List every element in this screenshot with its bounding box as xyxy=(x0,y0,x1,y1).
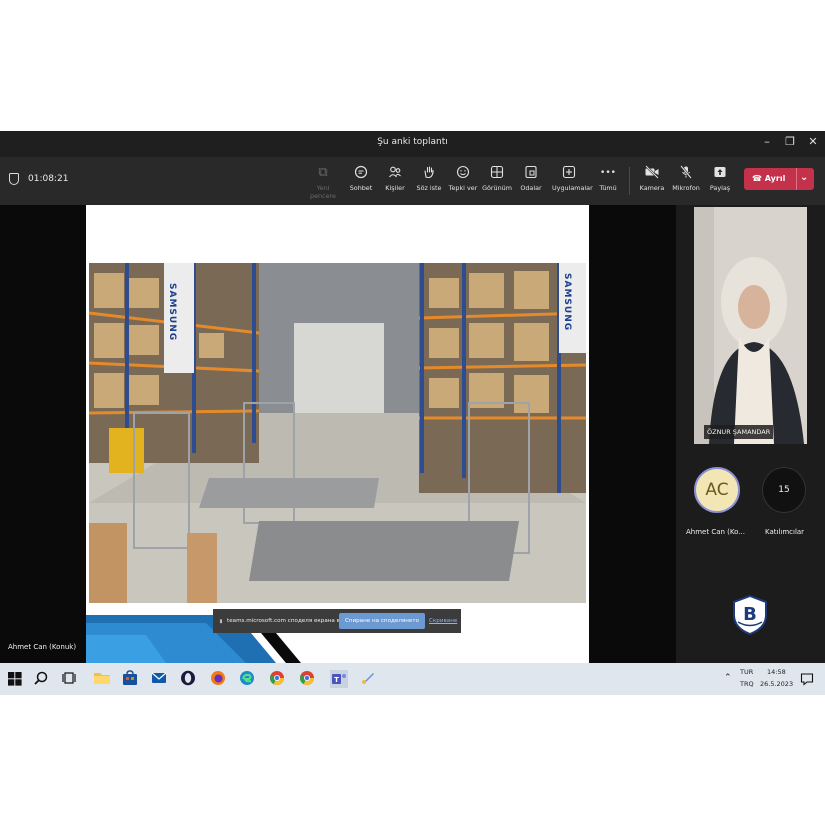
apps-label: Uygulamalar xyxy=(552,184,593,192)
view-button[interactable]: Görünüm xyxy=(480,165,514,192)
teams-window: Şu anki toplantı – ❐ ✕ 01:08:21 ⧉ Yeni p… xyxy=(0,131,825,695)
camera-off-icon xyxy=(635,165,669,181)
store-icon[interactable] xyxy=(122,670,140,688)
participants-count-badge[interactable]: 15 xyxy=(762,467,806,513)
keyboard-layout[interactable]: TRQ xyxy=(740,680,754,688)
camera-button[interactable]: Kamera xyxy=(635,165,669,192)
firefox-icon[interactable] xyxy=(210,670,228,688)
leave-button[interactable]: ☎ Ayrıl ⌄ xyxy=(744,168,814,190)
more-label: Tümü xyxy=(599,184,617,192)
shield-icon xyxy=(9,173,19,185)
toolbar-divider xyxy=(629,167,630,195)
raise-hand-label: Söz iste xyxy=(416,184,442,192)
raise-hand-icon xyxy=(412,165,446,181)
chevron-up-icon[interactable]: ⌃ xyxy=(724,673,732,683)
share-notice-text: teams.microsoft.com споделя екрана ви. xyxy=(227,618,346,624)
teams-icon[interactable]: T xyxy=(330,670,348,688)
meeting-toolbar: 01:08:21 ⧉ Yeni pencere Sohbet Kişiler S… xyxy=(0,157,825,205)
windows-start-icon[interactable] xyxy=(6,670,24,688)
more-icon: ••• xyxy=(600,168,616,178)
svg-text:T: T xyxy=(334,676,339,684)
grid-view-icon xyxy=(480,165,514,181)
chat-icon xyxy=(344,165,378,181)
edge-icon[interactable] xyxy=(239,670,257,688)
file-explorer-icon[interactable] xyxy=(93,670,111,688)
react-button[interactable]: Tepki ver xyxy=(446,165,480,192)
chat-button[interactable]: Sohbet xyxy=(344,165,378,192)
clock-time[interactable]: 14:58 xyxy=(767,668,786,676)
window-title: Şu anki toplantı xyxy=(377,137,448,147)
leave-divider xyxy=(796,168,797,190)
view-label: Görünüm xyxy=(482,184,512,192)
share-up-icon xyxy=(703,165,737,181)
shared-screen-stage: SAMSUNG SAMSUNG ॥ teams.microsoft.com сп… xyxy=(0,205,676,663)
title-bar: Şu anki toplantı – ❐ ✕ xyxy=(0,131,825,157)
participant-video[interactable]: ÖZNUR ŞAMANDAR xyxy=(694,207,807,444)
screen-share-notification: ॥ teams.microsoft.com споделя екрана ви.… xyxy=(213,609,461,633)
pause-icon: ॥ xyxy=(219,619,223,625)
warehouse-photo: SAMSUNG SAMSUNG xyxy=(89,263,586,603)
participant-video-name: ÖZNUR ŞAMANDAR xyxy=(704,425,774,439)
phone-hangup-icon: ☎ xyxy=(752,174,762,183)
chrome-icon-2[interactable] xyxy=(299,670,317,688)
shared-slide: SAMSUNG SAMSUNG xyxy=(86,205,589,663)
avatar[interactable]: AC xyxy=(694,467,740,513)
chat-label: Sohbet xyxy=(349,184,373,192)
new-window-button: ⧉ Yeni pencere xyxy=(306,165,340,200)
mic-button[interactable]: Mikrofon xyxy=(669,165,703,192)
share-label: Paylaş xyxy=(709,184,731,192)
new-window-icon: ⧉ xyxy=(318,165,328,180)
apps-button[interactable]: Uygulamalar xyxy=(552,165,593,192)
language-indicator[interactable]: TUR xyxy=(740,668,753,676)
camera-label: Kamera xyxy=(639,184,665,192)
new-window-label: Yeni pencere xyxy=(310,184,336,200)
windows-taskbar: T ⌃ TUR TRQ 14:58 26.5.2023 xyxy=(0,663,825,695)
samsung-banner-left: SAMSUNG xyxy=(167,283,177,342)
hide-link[interactable]: Скриване xyxy=(429,618,457,624)
mic-off-icon xyxy=(669,165,703,181)
search-icon[interactable] xyxy=(33,670,51,688)
apps-plus-icon xyxy=(552,165,586,181)
leave-text: Ayrıl xyxy=(764,174,786,183)
restore-button[interactable]: ❐ xyxy=(780,135,800,148)
close-button[interactable]: ✕ xyxy=(803,135,823,148)
rooms-button[interactable]: Odalar xyxy=(514,165,548,192)
mail-icon[interactable] xyxy=(151,670,169,688)
react-label: Tepki ver xyxy=(448,184,478,192)
rooms-icon xyxy=(514,165,548,181)
chrome-icon[interactable] xyxy=(269,670,287,688)
notification-icon[interactable] xyxy=(800,670,818,688)
leave-label: ☎ Ayrıl xyxy=(752,174,785,183)
mic-label: Mikrofon xyxy=(672,184,700,192)
more-button[interactable]: ••• Tümü xyxy=(591,165,625,192)
clock-date[interactable]: 26.5.2023 xyxy=(760,680,793,688)
avatar-name: Ahmet Can (Ko... xyxy=(686,528,745,536)
svg-text:B: B xyxy=(743,604,757,625)
meeting-timer: 01:08:21 xyxy=(9,173,68,185)
organization-logo: B xyxy=(732,594,768,636)
people-button[interactable]: Kişiler xyxy=(378,165,412,192)
share-button[interactable]: Paylaş xyxy=(703,165,737,192)
samsung-banner-right: SAMSUNG xyxy=(562,273,572,332)
stop-sharing-button[interactable]: Спиране на споделянето xyxy=(339,613,425,629)
paint-icon[interactable] xyxy=(360,670,378,688)
task-view-icon[interactable] xyxy=(62,670,80,688)
presenter-name: Ahmet Can (Konuk) xyxy=(8,643,77,651)
timer-text: 01:08:21 xyxy=(28,174,69,184)
participants-panel: ÖZNUR ŞAMANDAR AC 15 Ahmet Can (Ko... Ka… xyxy=(676,205,825,663)
rooms-label: Odalar xyxy=(520,184,542,192)
people-icon xyxy=(378,165,412,181)
participants-label: Katılımcılar xyxy=(765,528,805,536)
raise-hand-button[interactable]: Söz iste xyxy=(412,165,446,192)
chevron-down-icon[interactable]: ⌄ xyxy=(800,172,808,183)
opera-icon[interactable] xyxy=(180,670,198,688)
smiley-icon xyxy=(446,165,480,181)
minimize-button[interactable]: – xyxy=(757,135,777,148)
people-label: Kişiler xyxy=(385,184,405,192)
